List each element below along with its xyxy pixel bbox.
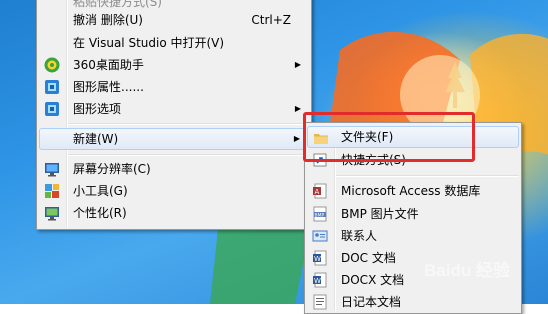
menu-item-open-in-visual-studio[interactable]: 在 Visual Studio 中打开(V) <box>39 32 309 54</box>
menu-item-personalize[interactable]: 个性化(R) <box>39 202 309 224</box>
menu-item-label: 撤消 删除(U) <box>73 13 143 27</box>
submenu-item-access-database[interactable]: A Microsoft Access 数据库 <box>307 180 519 202</box>
submenu-item-shortcut[interactable]: 快捷方式(S) <box>307 149 519 171</box>
menu-item-label: 在 Visual Studio 中打开(V) <box>73 36 225 50</box>
monitor-icon <box>45 163 59 177</box>
submenu-item-bmp-image[interactable]: BMP BMP 图片文件 <box>307 203 519 225</box>
gadgets-icon <box>45 184 59 198</box>
submenu-item-journal[interactable]: 日记本文档 <box>307 291 519 313</box>
menu-separator <box>68 154 309 156</box>
access-icon: A <box>313 183 327 199</box>
menu-item-label: DOC 文档 <box>341 251 396 265</box>
svg-text:W: W <box>314 255 321 263</box>
menu-item-new[interactable]: 新建(W) ▶ <box>39 128 309 150</box>
menu-item-label: 图形选项 <box>73 102 122 116</box>
menu-item-graphics-properties[interactable]: 图形属性...... <box>39 76 309 98</box>
submenu-item-contact[interactable]: 联系人 <box>307 225 519 247</box>
menu-item-screen-resolution[interactable]: 屏幕分辨率(C) <box>39 158 309 180</box>
menu-item-label: 屏幕分辨率(C) <box>73 162 151 176</box>
menu-item-label: 联系人 <box>341 229 378 243</box>
submenu-arrow-icon: ▶ <box>293 134 300 143</box>
submenu-arrow-icon: ▶ <box>294 104 301 113</box>
menu-item-graphics-options[interactable]: 图形选项 ▶ <box>39 98 309 120</box>
menu-item-label: 个性化(R) <box>73 206 127 220</box>
menu-item-label: 日记本文档 <box>341 295 402 309</box>
shortcut-icon <box>313 153 327 167</box>
graphics-icon <box>45 80 59 94</box>
submenu-arrow-icon: ▶ <box>294 60 301 69</box>
menu-item-label: 图形属性...... <box>73 80 144 94</box>
bmp-icon: BMP <box>313 206 327 222</box>
menu-item-label: 360桌面助手 <box>73 58 144 72</box>
menu-item-360-desktop-assistant[interactable]: 360桌面助手 ▶ <box>39 54 309 76</box>
menu-item-label: Microsoft Access 数据库 <box>341 184 481 198</box>
menu-separator <box>336 175 519 177</box>
desktop-context-menu: 粘贴快捷方式(S) 撤消 删除(U) Ctrl+Z 在 Visual Studi… <box>36 0 312 230</box>
menu-item-shortcut: Ctrl+Z <box>251 13 291 27</box>
menu-separator <box>68 123 309 125</box>
menu-item-label: 文件夹(F) <box>341 130 394 144</box>
submenu-item-folder[interactable]: 文件夹(F) <box>307 126 519 148</box>
menu-item-gadgets[interactable]: 小工具(G) <box>39 180 309 202</box>
svg-text:BMP: BMP <box>315 213 325 219</box>
svg-text:A: A <box>315 188 320 196</box>
watermark-text: Baidu 经验 <box>424 261 510 280</box>
tree-silhouette-icon <box>445 62 465 108</box>
docx-icon: W <box>313 272 327 288</box>
doc-icon: W <box>313 250 327 266</box>
new-submenu: 文件夹(F) 快捷方式(S) A Microsoft Access 数据库 BM… <box>304 122 522 314</box>
menu-item-undo-delete[interactable]: 撤消 删除(U) Ctrl+Z <box>39 9 309 31</box>
journal-icon <box>313 294 327 310</box>
personalize-icon <box>45 207 59 221</box>
360-icon <box>44 57 60 73</box>
menu-item-label: 快捷方式(S) <box>341 153 406 167</box>
svg-text:W: W <box>314 277 321 285</box>
folder-icon <box>314 134 328 144</box>
menu-item-label: 小工具(G) <box>73 184 128 198</box>
contact-icon <box>312 230 328 242</box>
menu-item-label: DOCX 文档 <box>341 273 405 287</box>
menu-item-label: BMP 图片文件 <box>341 207 419 221</box>
menu-item-label: 新建(W) <box>73 132 119 146</box>
graphics-options-icon <box>45 102 59 116</box>
